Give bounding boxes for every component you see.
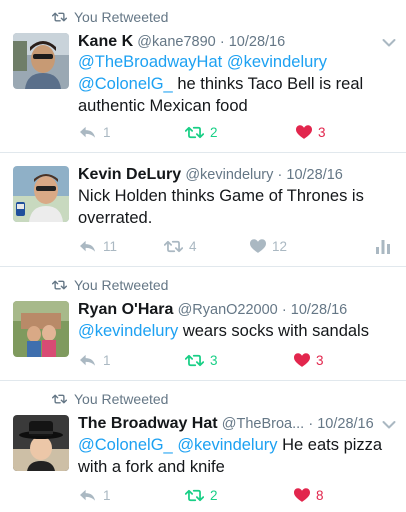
retweet-count: 4 xyxy=(189,239,197,254)
like-button[interactable]: 3 xyxy=(294,353,324,368)
reply-count: 1 xyxy=(103,488,111,503)
retweet-context: You Retweeted xyxy=(52,390,168,408)
like-count: 8 xyxy=(316,488,324,503)
avatar-ryan xyxy=(13,301,69,357)
retweet-context: You Retweeted xyxy=(52,276,168,294)
avatar-kane xyxy=(13,33,69,89)
retweet-count: 3 xyxy=(210,353,218,368)
tweet-header: Ryan O'Hara @RyanO22000 · 10/28/16 xyxy=(78,300,376,320)
avatar[interactable] xyxy=(13,166,69,222)
retweet-context-label: You Retweeted xyxy=(74,9,169,25)
retweet-icon xyxy=(185,125,204,140)
reply-button[interactable]: 1 xyxy=(78,488,111,503)
retweet-button[interactable]: 2 xyxy=(185,125,218,140)
user-handle[interactable]: @kevindelury xyxy=(185,167,273,183)
retweet-icon xyxy=(52,11,67,23)
mention-link[interactable]: @kevindelury xyxy=(78,322,178,340)
display-name[interactable]: Kane K xyxy=(78,33,133,50)
heart-icon xyxy=(250,239,266,254)
retweet-icon xyxy=(185,353,204,368)
tweet[interactable]: You Retweeted The Broadway Hat @TheBroa.… xyxy=(0,381,406,512)
reply-icon xyxy=(78,239,97,254)
tweet[interactable]: Kevin DeLury @kevindelury · 10/28/16 Nic… xyxy=(0,153,406,267)
chevron-down-icon[interactable] xyxy=(382,420,396,430)
retweet-icon xyxy=(52,393,67,405)
display-name[interactable]: Ryan O'Hara xyxy=(78,301,173,318)
avatar-kevin xyxy=(13,166,69,222)
retweet-button[interactable]: 2 xyxy=(185,488,218,503)
display-name[interactable]: The Broadway Hat xyxy=(78,415,218,432)
heart-icon xyxy=(294,353,310,368)
tweet-header: The Broadway Hat @TheBroa... · 10/28/16 xyxy=(78,414,376,434)
reply-button[interactable]: 1 xyxy=(78,353,111,368)
like-count: 3 xyxy=(316,353,324,368)
avatar[interactable] xyxy=(13,415,69,471)
tweet-header: Kane K @kane7890 · 10/28/16 xyxy=(78,32,376,52)
retweet-button[interactable]: 3 xyxy=(185,353,218,368)
reply-count: 1 xyxy=(103,125,111,140)
user-handle[interactable]: @kane7890 xyxy=(137,34,215,50)
like-button[interactable]: 8 xyxy=(294,488,324,503)
reply-count: 1 xyxy=(103,353,111,368)
like-count: 3 xyxy=(318,125,326,140)
display-name[interactable]: Kevin DeLury xyxy=(78,166,181,183)
retweet-context-label: You Retweeted xyxy=(74,391,169,407)
analytics-button[interactable] xyxy=(376,239,396,254)
tweet-actions: 1 2 8 xyxy=(78,488,398,506)
tweet-body-text: wears socks with sandals xyxy=(182,322,369,340)
analytics-icon xyxy=(376,240,390,254)
tweet-date[interactable]: · 10/28/16 xyxy=(282,302,347,318)
retweet-button[interactable]: 4 xyxy=(164,239,197,254)
tweet-date[interactable]: · 10/28/16 xyxy=(308,416,373,432)
tweet-date[interactable]: · 10/28/16 xyxy=(278,167,343,183)
user-handle[interactable]: @RyanO22000 xyxy=(178,302,278,318)
mention-link[interactable]: @ColonelG_ xyxy=(78,436,173,454)
heart-icon xyxy=(296,125,312,140)
mention-link[interactable]: @ColonelG_ xyxy=(78,75,173,93)
reply-icon xyxy=(78,125,97,140)
avatar[interactable] xyxy=(13,301,69,357)
tweet-text: Nick Holden thinks Game of Thrones is ov… xyxy=(78,185,392,229)
like-count: 12 xyxy=(272,239,288,254)
mention-link[interactable]: @kevindelury xyxy=(227,53,327,71)
reply-icon xyxy=(78,488,97,503)
mention-link[interactable]: @kevindelury xyxy=(177,436,277,454)
tweet-actions: 11 4 12 xyxy=(78,239,398,257)
tweet-text: @TheBroadwayHat @kevindelury @ColonelG_ … xyxy=(78,51,392,117)
retweet-count: 2 xyxy=(210,488,218,503)
like-button[interactable]: 3 xyxy=(296,125,326,140)
avatar[interactable] xyxy=(13,33,69,89)
tweet[interactable]: You Retweeted Kane K @kane7890 · 10/28/1… xyxy=(0,0,406,153)
retweet-count: 2 xyxy=(210,125,218,140)
like-button[interactable]: 12 xyxy=(250,239,287,254)
tweet-actions: 1 3 3 xyxy=(78,353,398,371)
retweet-context: You Retweeted xyxy=(52,8,168,26)
tweet[interactable]: You Retweeted Ryan O'Hara @RyanO22000 · … xyxy=(0,267,406,381)
heart-icon xyxy=(294,488,310,503)
retweet-icon xyxy=(52,279,67,291)
avatar-broadway-hat xyxy=(13,415,69,471)
tweet-date[interactable]: · 10/28/16 xyxy=(220,34,285,50)
retweet-icon xyxy=(164,239,183,254)
tweet-header: Kevin DeLury @kevindelury · 10/28/16 xyxy=(78,165,376,185)
reply-button[interactable]: 1 xyxy=(78,125,111,140)
retweet-context-label: You Retweeted xyxy=(74,277,169,293)
mention-link[interactable]: @TheBroadwayHat xyxy=(78,53,222,71)
user-handle[interactable]: @TheBroa... xyxy=(222,416,304,432)
retweet-icon xyxy=(185,488,204,503)
tweet-body-text: Nick Holden thinks Game of Thrones is ov… xyxy=(78,187,364,227)
tweet-text: @kevindelury wears socks with sandals xyxy=(78,320,392,342)
tweet-actions: 1 2 3 xyxy=(78,125,398,143)
reply-count: 11 xyxy=(103,239,118,254)
tweet-text: @ColonelG_ @kevindelury He eats pizza wi… xyxy=(78,434,392,478)
reply-button[interactable]: 11 xyxy=(78,239,117,254)
reply-icon xyxy=(78,353,97,368)
chevron-down-icon[interactable] xyxy=(382,38,396,48)
